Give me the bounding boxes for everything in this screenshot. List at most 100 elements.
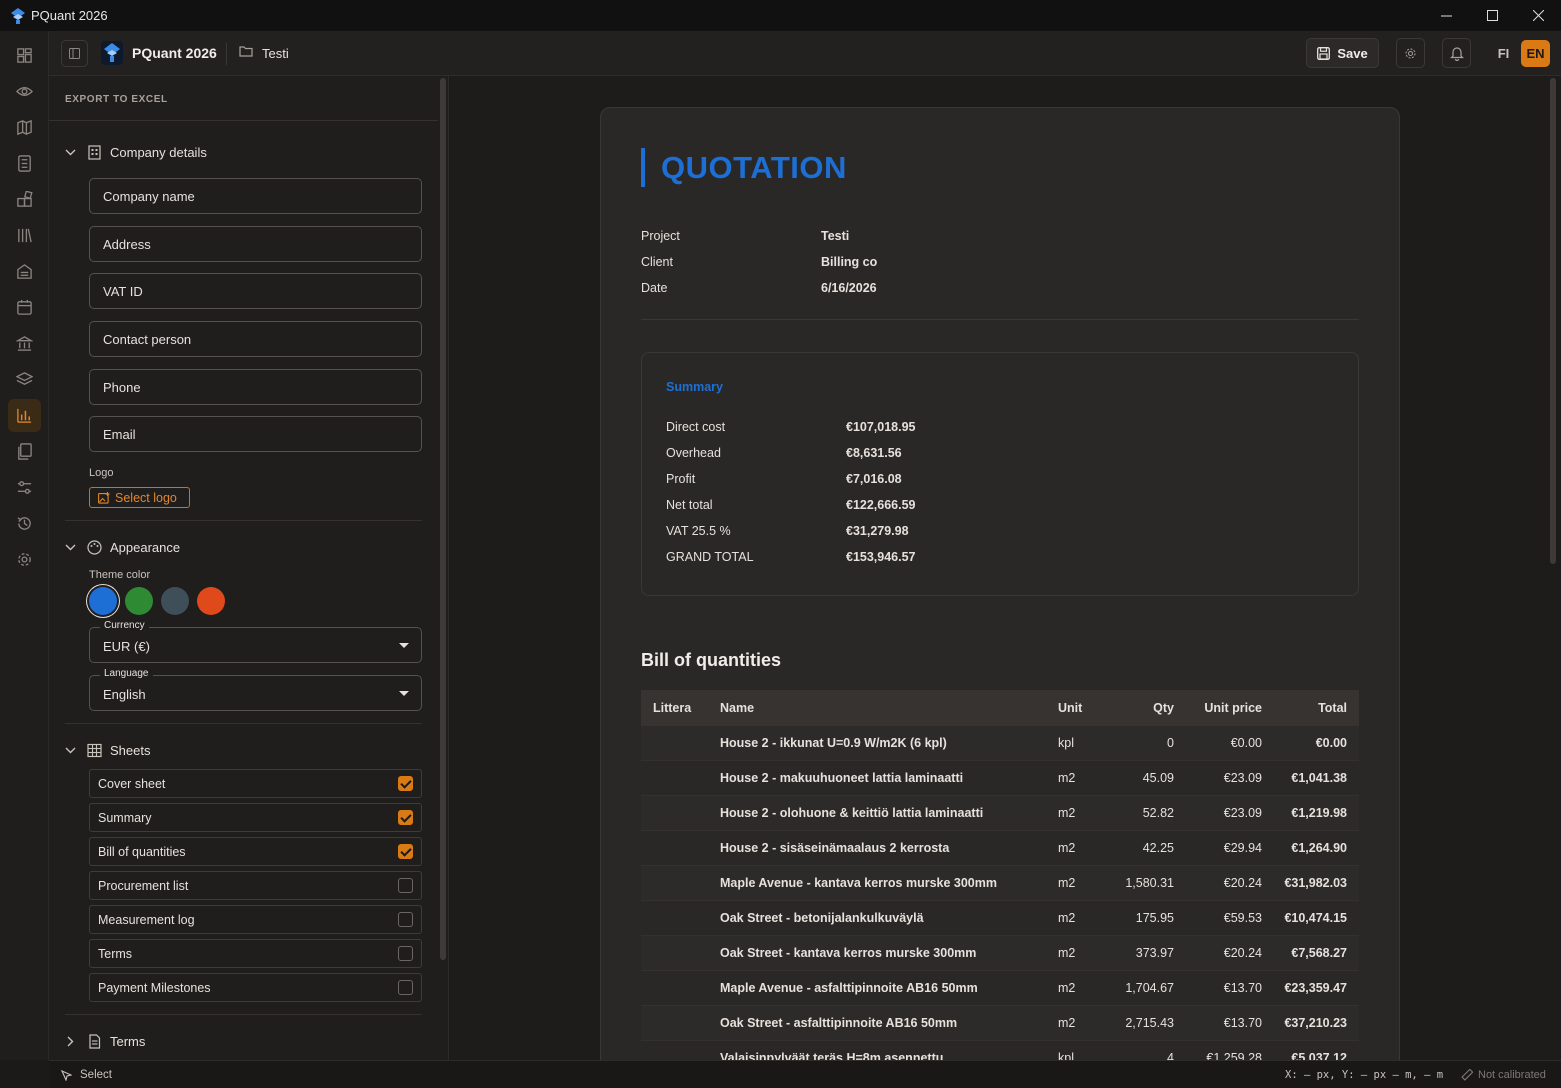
sheet-option-label: Measurement log bbox=[98, 913, 195, 927]
chevron-down-icon bbox=[65, 747, 79, 754]
sheet-option-row[interactable]: Payment Milestones bbox=[89, 973, 422, 1002]
sheet-checkbox[interactable] bbox=[398, 810, 413, 825]
calibration-status: Not calibrated bbox=[1461, 1069, 1546, 1081]
rail-settings[interactable] bbox=[8, 543, 41, 576]
boq-cell-unit: m2 bbox=[1058, 771, 1076, 785]
table-row: Oak Street - kantava kerros murske 300mm… bbox=[641, 936, 1359, 971]
maximize-icon bbox=[1486, 10, 1498, 21]
sheet-checkbox[interactable] bbox=[398, 878, 413, 893]
logo-label: Logo bbox=[89, 467, 114, 479]
rail-map[interactable] bbox=[8, 111, 41, 144]
vat-id-field[interactable]: VAT ID bbox=[89, 273, 422, 309]
summary-value: €122,666.59 bbox=[846, 498, 916, 512]
sheet-checkbox[interactable] bbox=[398, 946, 413, 961]
language-fi-button[interactable]: FI bbox=[1489, 40, 1518, 67]
map-icon bbox=[17, 119, 32, 136]
sheet-checkbox[interactable] bbox=[398, 844, 413, 859]
rail-warehouse[interactable] bbox=[8, 255, 41, 288]
current-tool: Select bbox=[61, 1069, 112, 1081]
section-company-details[interactable]: Company details bbox=[65, 145, 207, 160]
sheet-option-row[interactable]: Terms bbox=[89, 939, 422, 968]
meta-key: Client bbox=[641, 255, 673, 269]
document-scrollbar[interactable] bbox=[1550, 78, 1556, 564]
panel-scrollbar[interactable] bbox=[440, 78, 446, 960]
theme-color-swatch[interactable] bbox=[161, 587, 189, 615]
settings-button[interactable] bbox=[1396, 38, 1425, 68]
boq-cell-unit-price: €13.70 bbox=[1223, 1016, 1262, 1030]
sheet-option-row[interactable]: Cover sheet bbox=[89, 769, 422, 798]
table-row: House 2 - olohuone & keittiö lattia lami… bbox=[641, 796, 1359, 831]
history-icon bbox=[17, 517, 31, 530]
theme-color-swatch[interactable] bbox=[197, 587, 225, 615]
section-divider bbox=[65, 1014, 422, 1015]
sidebar-toggle-button[interactable] bbox=[61, 40, 88, 67]
company-name-field[interactable]: Company name bbox=[89, 178, 422, 214]
sheet-checkbox[interactable] bbox=[398, 912, 413, 927]
summary-box: Summary Direct cost €107,018.95 Overhead €8… bbox=[641, 352, 1359, 596]
sheet-option-row[interactable]: Bill of quantities bbox=[89, 837, 422, 866]
rail-reports[interactable] bbox=[8, 399, 41, 432]
document-title: QUOTATION bbox=[661, 150, 847, 185]
boq-cell-unit: m2 bbox=[1058, 806, 1076, 820]
sheet-checkbox[interactable] bbox=[398, 776, 413, 791]
boq-cell-unit: m2 bbox=[1058, 876, 1076, 890]
project-name[interactable]: Testi bbox=[262, 46, 289, 61]
rail-calendar[interactable] bbox=[8, 291, 41, 324]
boq-cell-name: Oak Street - kantava kerros murske 300mm bbox=[720, 946, 977, 960]
rail-adjustments[interactable] bbox=[8, 471, 41, 504]
section-terms[interactable]: Terms bbox=[65, 1034, 145, 1049]
maximize-button[interactable] bbox=[1469, 0, 1515, 31]
table-row: Oak Street - betonijalankulkuväylä m2 175.… bbox=[641, 901, 1359, 936]
boq-cell-total: €7,568.27 bbox=[1291, 946, 1347, 960]
boq-cell-qty: 0 bbox=[1167, 736, 1174, 750]
language-select[interactable]: Language English bbox=[89, 668, 422, 711]
currency-select[interactable]: Currency EUR (€) bbox=[89, 620, 422, 663]
boq-table: Littera Name Unit Qty Unit price Total H… bbox=[641, 690, 1359, 1060]
section-company-details-label: Company details bbox=[110, 145, 207, 160]
save-button[interactable]: Save bbox=[1306, 38, 1379, 68]
sheet-checkbox[interactable] bbox=[398, 980, 413, 995]
sheet-option-label: Procurement list bbox=[98, 879, 189, 893]
sheet-option-row[interactable]: Procurement list bbox=[89, 871, 422, 900]
select-logo-button[interactable]: Select logo bbox=[89, 487, 190, 508]
boq-cell-qty: 2,715.43 bbox=[1125, 1016, 1174, 1030]
contact-person-field[interactable]: Contact person bbox=[89, 321, 422, 357]
rail-library[interactable] bbox=[8, 219, 41, 252]
summary-key: GRAND TOTAL bbox=[666, 550, 754, 564]
sheet-option-row[interactable]: Summary bbox=[89, 803, 422, 832]
rail-documents[interactable] bbox=[8, 435, 41, 468]
phone-field[interactable]: Phone bbox=[89, 369, 422, 405]
notifications-button[interactable] bbox=[1442, 38, 1471, 68]
summary-title: Summary bbox=[666, 380, 723, 394]
rail-dashboard[interactable] bbox=[8, 39, 41, 72]
sheet-option-label: Summary bbox=[98, 811, 152, 825]
sheet-option-row[interactable]: Measurement log bbox=[89, 905, 422, 934]
save-icon bbox=[1317, 46, 1331, 60]
ruler-icon bbox=[1461, 1069, 1473, 1081]
copy-icon bbox=[18, 443, 32, 460]
boq-cell-unit: m2 bbox=[1058, 911, 1076, 925]
boq-cell-qty: 45.09 bbox=[1142, 771, 1174, 785]
section-appearance[interactable]: Appearance bbox=[65, 540, 180, 555]
section-sheets[interactable]: Sheets bbox=[65, 743, 150, 758]
rail-view[interactable] bbox=[8, 75, 41, 108]
cursor-icon bbox=[61, 1069, 72, 1081]
bell-icon bbox=[1449, 46, 1464, 61]
theme-color-swatch[interactable] bbox=[125, 587, 153, 615]
chevron-down-icon bbox=[65, 149, 79, 156]
email-field[interactable]: Email bbox=[89, 416, 422, 452]
close-window-button[interactable] bbox=[1515, 0, 1561, 31]
language-en-button[interactable]: EN bbox=[1521, 40, 1550, 67]
rail-history[interactable] bbox=[8, 507, 41, 540]
rail-components[interactable] bbox=[8, 183, 41, 216]
theme-color-swatch[interactable] bbox=[89, 587, 117, 615]
rail-bank[interactable] bbox=[8, 327, 41, 360]
boq-cell-unit-price: €23.09 bbox=[1223, 806, 1262, 820]
rail-calculator[interactable] bbox=[8, 147, 41, 180]
rail-layers[interactable] bbox=[8, 363, 41, 396]
status-bar: Select X: — px, Y: — px — m, — m Not cal… bbox=[49, 1060, 1561, 1088]
address-field[interactable]: Address bbox=[89, 226, 422, 262]
eye-icon bbox=[16, 87, 33, 96]
dropdown-caret-icon bbox=[399, 643, 409, 648]
minimize-button[interactable] bbox=[1423, 0, 1469, 31]
